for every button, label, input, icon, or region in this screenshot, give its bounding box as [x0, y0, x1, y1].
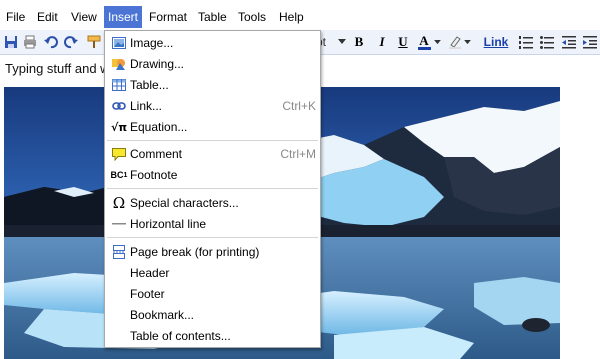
- chevron-down-icon: [338, 39, 346, 44]
- numbered-list-button[interactable]: [519, 33, 533, 51]
- horizontal-line-icon: [111, 216, 127, 232]
- menu-view[interactable]: View: [67, 7, 101, 27]
- underline-button[interactable]: U: [397, 33, 409, 51]
- increase-indent-button[interactable]: [583, 33, 597, 51]
- insert-bookmark-item[interactable]: Bookmark...: [105, 305, 320, 325]
- italic-button[interactable]: I: [376, 33, 388, 51]
- equation-icon: √π: [110, 120, 128, 134]
- link-button[interactable]: Link: [484, 33, 509, 51]
- insert-drawing-item[interactable]: Drawing...: [105, 54, 320, 74]
- menubar: File Edit View Insert Format Table Tools…: [0, 0, 600, 31]
- omega-icon: Ω: [112, 194, 126, 212]
- comment-icon: [111, 146, 127, 162]
- print-icon: [24, 35, 36, 49]
- insert-image-label: Image...: [130, 36, 174, 50]
- insert-page-break-item[interactable]: Page break (for printing): [105, 242, 320, 262]
- decrease-indent-button[interactable]: [562, 33, 576, 51]
- text-color-arrow[interactable]: [433, 33, 441, 51]
- highlight-color-button[interactable]: [448, 33, 462, 51]
- bulleted-list-icon: [540, 36, 554, 49]
- insert-link-shortcut: Ctrl+K: [282, 99, 316, 113]
- insert-special-characters-label: Special characters...: [130, 196, 239, 210]
- insert-comment-item[interactable]: Comment Ctrl+M: [105, 144, 320, 164]
- highlight-color-arrow[interactable]: [463, 33, 471, 51]
- insert-horizontal-line-item[interactable]: Horizontal line: [105, 214, 320, 234]
- insert-image-item[interactable]: Image...: [105, 33, 320, 53]
- insert-comment-label: Comment: [130, 147, 183, 161]
- drawing-icon: [111, 56, 127, 72]
- insert-link-item[interactable]: Link... Ctrl+K: [105, 96, 320, 116]
- menu-file[interactable]: File: [2, 7, 29, 27]
- insert-header-label: Header: [130, 266, 170, 280]
- menu-table[interactable]: Table: [194, 7, 231, 27]
- text-color-letter: A: [419, 33, 429, 48]
- table-icon: [111, 77, 127, 93]
- paint-format-icon: [87, 35, 101, 48]
- chevron-down-icon: [433, 39, 441, 44]
- undo-button[interactable]: [43, 33, 59, 51]
- page-break-icon: [111, 244, 127, 260]
- menu-separator: [107, 140, 318, 141]
- insert-link-label: Link...: [130, 99, 163, 113]
- insert-table-of-contents-item[interactable]: Table of contents...: [105, 326, 320, 346]
- chevron-down-icon: [463, 39, 471, 44]
- insert-page-break-label: Page break (for printing): [130, 245, 260, 259]
- footnote-icon: BC 1: [110, 170, 128, 180]
- insert-horizontal-line-label: Horizontal line: [130, 217, 207, 231]
- insert-equation-item[interactable]: √π Equation...: [105, 117, 320, 137]
- menu-format[interactable]: Format: [145, 7, 191, 27]
- menu-help[interactable]: Help: [275, 7, 308, 27]
- increase-indent-icon: [583, 36, 597, 49]
- insert-table-of-contents-label: Table of contents...: [130, 329, 231, 343]
- paint-format-button[interactable]: [86, 33, 102, 51]
- menu-edit[interactable]: Edit: [33, 7, 62, 27]
- highlighter-icon: [449, 36, 461, 49]
- menu-insert[interactable]: Insert: [104, 6, 143, 28]
- redo-icon: [64, 36, 78, 49]
- insert-footnote-item[interactable]: BC 1 Footnote: [105, 165, 320, 185]
- insert-bookmark-label: Bookmark...: [130, 308, 195, 322]
- decrease-indent-icon: [562, 36, 576, 49]
- print-button[interactable]: [22, 33, 38, 51]
- link-icon: [111, 98, 127, 114]
- save-button[interactable]: [3, 33, 19, 51]
- bold-button[interactable]: B: [353, 33, 365, 51]
- insert-header-item[interactable]: Header: [105, 263, 320, 283]
- insert-footer-label: Footer: [130, 287, 165, 301]
- insert-footer-item[interactable]: Footer: [105, 284, 320, 304]
- insert-drawing-label: Drawing...: [130, 57, 185, 71]
- insert-table-item[interactable]: Table...: [105, 75, 320, 95]
- redo-button[interactable]: [63, 33, 79, 51]
- insert-table-label: Table...: [130, 78, 169, 92]
- image-icon: [111, 35, 127, 51]
- insert-comment-shortcut: Ctrl+M: [280, 147, 316, 161]
- text-color-button[interactable]: A: [417, 33, 431, 51]
- numbered-list-icon: [519, 36, 533, 49]
- menu-separator: [107, 237, 318, 238]
- menu-separator: [107, 188, 318, 189]
- bulleted-list-button[interactable]: [540, 33, 554, 51]
- insert-equation-label: Equation...: [130, 120, 188, 134]
- document-text[interactable]: Typing stuff and w: [5, 61, 110, 76]
- insert-footnote-label: Footnote: [130, 168, 178, 182]
- text-color-swatch: [417, 47, 431, 50]
- menu-tools[interactable]: Tools: [234, 7, 270, 27]
- insert-menu-dropdown: Image... Drawing... Table... Link... Ctr…: [104, 30, 321, 348]
- save-icon: [5, 36, 17, 48]
- undo-icon: [44, 36, 58, 49]
- font-size-arrow[interactable]: [337, 33, 347, 51]
- insert-special-characters-item[interactable]: Ω Special characters...: [105, 193, 320, 213]
